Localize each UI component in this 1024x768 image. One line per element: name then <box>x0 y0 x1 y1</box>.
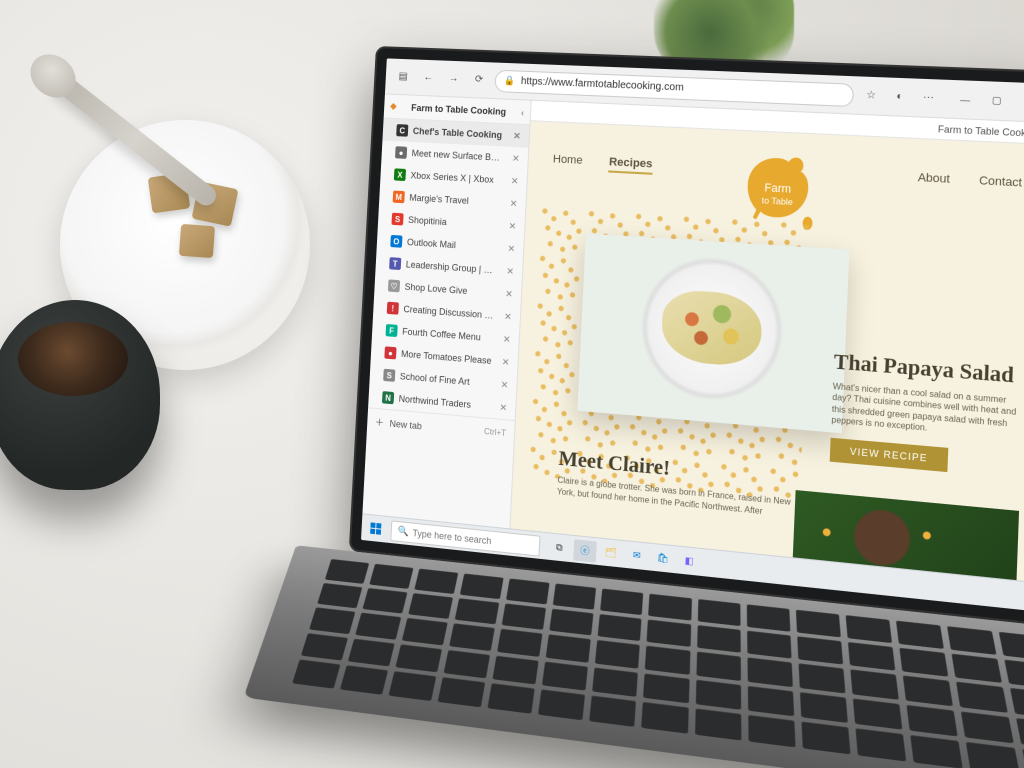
tab-label: Northwind Traders <box>398 394 492 412</box>
start-button[interactable] <box>365 517 387 540</box>
tab-label: Margie's Travel <box>409 192 503 208</box>
profile-button[interactable]: ◐ <box>888 86 911 108</box>
tab-label: Outlook Mail <box>407 237 501 253</box>
tab-label: Chef's Table Cooking <box>413 126 507 141</box>
sugar-cube <box>179 224 215 258</box>
tab-favicon-icon: S <box>391 213 403 226</box>
app-taskbar-icon[interactable]: ◧ <box>677 549 701 573</box>
new-tab-label: New tab <box>389 418 422 431</box>
tab-close-button[interactable]: ✕ <box>499 355 512 368</box>
tab-close-button[interactable]: ✕ <box>498 378 511 391</box>
window-controls: — ▢ ✕ <box>950 88 1024 113</box>
tab-label: Shopitinia <box>408 215 502 231</box>
minimize-button[interactable]: — <box>950 88 980 111</box>
explorer-taskbar-icon[interactable]: 🗂 <box>599 541 623 565</box>
close-button[interactable]: ✕ <box>1013 90 1024 113</box>
view-recipe-button[interactable]: View Recipe <box>830 437 949 471</box>
site-nav-right: About Contact <box>917 171 1022 192</box>
tab-close-button[interactable]: ✕ <box>511 130 524 143</box>
search-icon: 🔍 <box>397 525 409 537</box>
tab-close-button[interactable]: ✕ <box>510 152 523 165</box>
recipe-hero-image <box>577 234 849 434</box>
tab-close-button[interactable]: ✕ <box>505 242 518 255</box>
tab-close-button[interactable]: ✕ <box>508 174 521 187</box>
maximize-button[interactable]: ▢ <box>982 89 1012 112</box>
vertical-tabs-sidebar: ◆ Farm to Table Cooking ‹ C Chef's Table … <box>362 94 531 528</box>
tab-label: More Tomatoes Please <box>401 349 495 367</box>
feature-recipe-block: Thai Papaya Salad What's nicer than a co… <box>830 350 1024 478</box>
tabs-group-title: Farm to Table Cooking <box>411 102 506 116</box>
brand-favicon-icon: ◆ <box>390 101 397 112</box>
back-button[interactable]: ← <box>418 67 438 88</box>
tab-favicon-icon: C <box>396 124 408 137</box>
new-tab-shortcut: Ctrl+T <box>484 427 506 438</box>
laptop-device: ▤ ← → ⟳ 🔒 ☆ ◐ ⋯ — ▢ ✕ <box>337 46 1024 768</box>
tab-favicon-icon: ! <box>387 302 399 315</box>
page-tab-title: Farm to Table Cooking <box>938 123 1024 138</box>
nav-recipes[interactable]: Recipes <box>609 156 653 175</box>
tab-label: Leadership Group | Microsoft <box>406 259 500 275</box>
collapse-tabs-button[interactable]: ‹ <box>521 107 525 117</box>
browser-body: ◆ Farm to Table Cooking ‹ C Chef's Table … <box>362 94 1024 582</box>
svg-text:to Table: to Table <box>761 196 793 208</box>
favorites-button[interactable]: ☆ <box>860 84 883 106</box>
tab-close-button[interactable]: ✕ <box>500 333 513 346</box>
nav-home[interactable]: Home <box>552 153 582 171</box>
svg-text:Farm: Farm <box>764 183 791 196</box>
tab-label: Creating Discussion Guidelines <box>403 304 497 321</box>
tab-favicon-icon: ♡ <box>388 279 400 292</box>
plus-icon: ＋ <box>375 415 384 429</box>
site-nav-left: Home Recipes <box>552 153 652 175</box>
tab-favicon-icon: M <box>393 191 405 204</box>
nav-about[interactable]: About <box>917 171 950 188</box>
webpage-viewport: Farm to Table Cooking Home Recipes About… <box>510 101 1024 582</box>
edge-taskbar-icon[interactable]: ⓔ <box>573 539 597 562</box>
hero-section: Home Recipes About Contact Farm <box>510 121 1024 582</box>
tab-favicon-icon: F <box>386 324 398 337</box>
tab-label: Fourth Coffee Menu <box>402 326 496 343</box>
tab-favicon-icon: S <box>383 369 395 382</box>
menu-button[interactable]: ⋯ <box>917 87 940 109</box>
forward-button[interactable]: → <box>443 68 464 89</box>
tab-close-button[interactable]: ✕ <box>503 287 516 300</box>
tab-close-button[interactable]: ✕ <box>502 310 515 323</box>
tab-label: Shop Love Give <box>404 282 498 299</box>
tab-label: Xbox Series X | Xbox <box>410 170 504 185</box>
tab-close-button[interactable]: ✕ <box>506 220 519 233</box>
search-placeholder: Type here to search <box>412 527 491 546</box>
tab-label: School of Fine Art <box>400 371 494 389</box>
tab-favicon-icon: O <box>390 235 402 248</box>
store-taskbar-icon[interactable]: 🛍 <box>651 547 675 571</box>
task-view-button[interactable]: ⧉ <box>548 536 571 559</box>
url-input[interactable] <box>521 76 845 101</box>
tab-favicon-icon: ● <box>395 146 407 159</box>
tab-label: Meet new Surface Book 3 · 15.5" <box>411 148 505 163</box>
tab-close-button[interactable]: ✕ <box>497 401 510 414</box>
tab-favicon-icon: X <box>394 168 406 181</box>
tab-favicon-icon: T <box>389 257 401 270</box>
screen: ▤ ← → ⟳ 🔒 ☆ ◐ ⋯ — ▢ ✕ <box>361 58 1024 611</box>
mail-taskbar-icon[interactable]: ✉ <box>625 544 649 568</box>
lock-icon: 🔒 <box>504 75 516 87</box>
refresh-button[interactable]: ⟳ <box>469 69 490 90</box>
tab-favicon-icon: N <box>382 391 394 404</box>
nav-contact[interactable]: Contact <box>979 175 1023 192</box>
tab-favicon-icon: ● <box>384 346 396 359</box>
tabs-toggle-button[interactable]: ▤ <box>393 66 413 87</box>
tab-close-button[interactable]: ✕ <box>504 265 517 278</box>
tab-close-button[interactable]: ✕ <box>507 197 520 210</box>
windows-logo-icon <box>370 522 382 536</box>
screen-bezel: ▤ ← → ⟳ 🔒 ☆ ◐ ⋯ — ▢ ✕ <box>349 46 1024 626</box>
feature-blurb: What's nicer than a cool salad on a summ… <box>831 381 1023 442</box>
coffee-mug <box>0 300 160 490</box>
tab-list: CChef's Table Cooking✕●Meet new Surface … <box>368 118 529 420</box>
